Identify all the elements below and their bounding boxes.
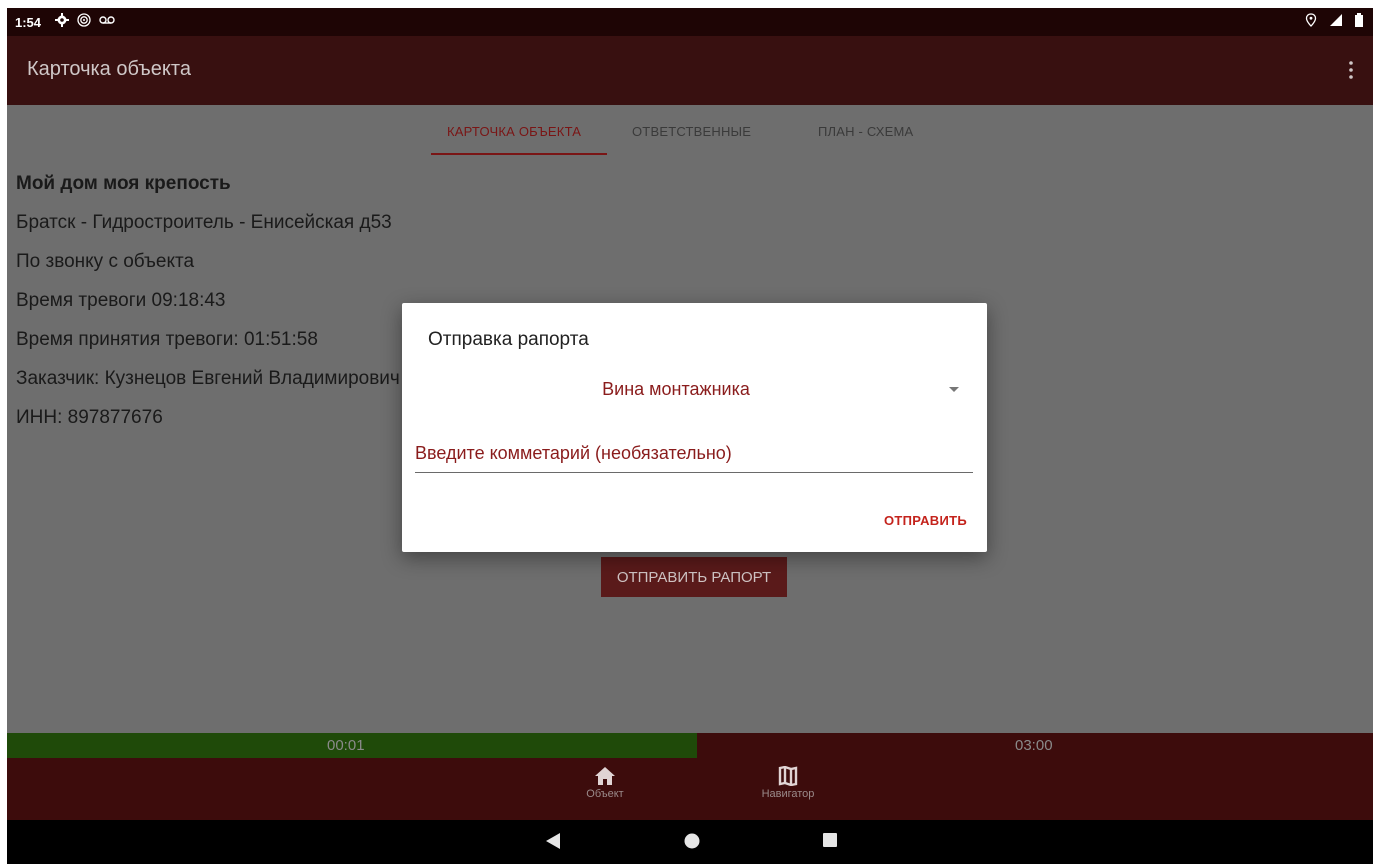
status-icons-left <box>55 13 115 27</box>
app-bar-title: Карточка объекта <box>27 58 191 80</box>
object-accept-time: Время принятия тревоги: 01:51:58 <box>16 329 318 350</box>
object-info: Мой дом моя крепость Братск - Гидрострои… <box>16 171 400 444</box>
alarm-timer-bar: 00:01 03:00 <box>7 733 1373 758</box>
object-customer: Заказчик: Кузнецов Евгений Владимирович <box>16 368 400 389</box>
voicemail-icon <box>99 16 115 24</box>
tab-responsible[interactable]: ОТВЕТСТВЕННЫЕ <box>632 124 751 139</box>
tab-plan-scheme[interactable]: ПЛАН - СХЕМА <box>818 124 913 139</box>
send-report-button[interactable]: ОТПРАВИТЬ РАПОРТ <box>601 557 787 597</box>
back-icon[interactable] <box>545 832 561 850</box>
dialog-send-button[interactable]: ОТПРАВИТЬ <box>884 513 967 528</box>
dialog-title: Отправка рапорта <box>428 329 589 350</box>
reason-select[interactable]: Вина монтажника <box>416 375 973 405</box>
hotspot-icon <box>77 13 91 27</box>
nav-item-object[interactable]: Объект <box>555 766 655 800</box>
recents-icon[interactable] <box>822 832 838 848</box>
home-icon <box>595 767 615 785</box>
object-alarm-time: Время тревоги 09:18:43 <box>16 290 226 311</box>
status-time: 1:54 <box>15 15 42 30</box>
status-icons-right <box>1305 13 1363 27</box>
nav-item-navigator-label: Навигатор <box>761 788 815 800</box>
signal-icon <box>1330 14 1342 26</box>
comment-input[interactable] <box>415 438 973 473</box>
bottom-nav: Объект Навигатор <box>7 758 1373 820</box>
screen-frame: 1:54 Карточка объекта КАРТОЧКА ОБЪЕКТА О… <box>0 0 1373 864</box>
home-circle-icon[interactable] <box>683 832 701 850</box>
location-icon <box>1305 13 1317 27</box>
map-icon <box>778 766 798 786</box>
object-source: По звонку с объекта <box>16 251 195 272</box>
tab-bar: КАРТОЧКА ОБЪЕКТА ОТВЕТСТВЕННЫЕ ПЛАН - СХ… <box>7 105 1373 159</box>
object-inn: ИНН: 897877676 <box>16 407 163 428</box>
gear-icon <box>55 13 69 27</box>
object-address: Братск - Гидростроитель - Енисейская д53 <box>16 212 392 233</box>
object-name: Мой дом моя крепость <box>16 173 231 194</box>
more-vert-icon[interactable] <box>1341 58 1361 82</box>
battery-icon <box>1355 13 1363 27</box>
tab-indicator <box>431 153 607 155</box>
nav-item-navigator[interactable]: Навигатор <box>738 766 838 800</box>
app-bar: Карточка объекта <box>7 36 1373 105</box>
status-bar: 1:54 <box>7 8 1373 36</box>
nav-item-object-label: Объект <box>586 788 624 800</box>
tab-object-card[interactable]: КАРТОЧКА ОБЪЕКТА <box>447 124 581 139</box>
timer-elapsed: 00:01 <box>327 737 365 754</box>
report-dialog: Отправка рапорта Вина монтажника ОТПРАВИ… <box>402 303 987 552</box>
device-screen: 1:54 Карточка объекта КАРТОЧКА ОБЪЕКТА О… <box>7 8 1373 864</box>
system-nav-bar <box>7 820 1373 864</box>
dropdown-arrow-icon <box>949 387 959 392</box>
timer-total: 03:00 <box>1015 737 1053 754</box>
reason-select-value: Вина монтажника <box>602 379 750 399</box>
